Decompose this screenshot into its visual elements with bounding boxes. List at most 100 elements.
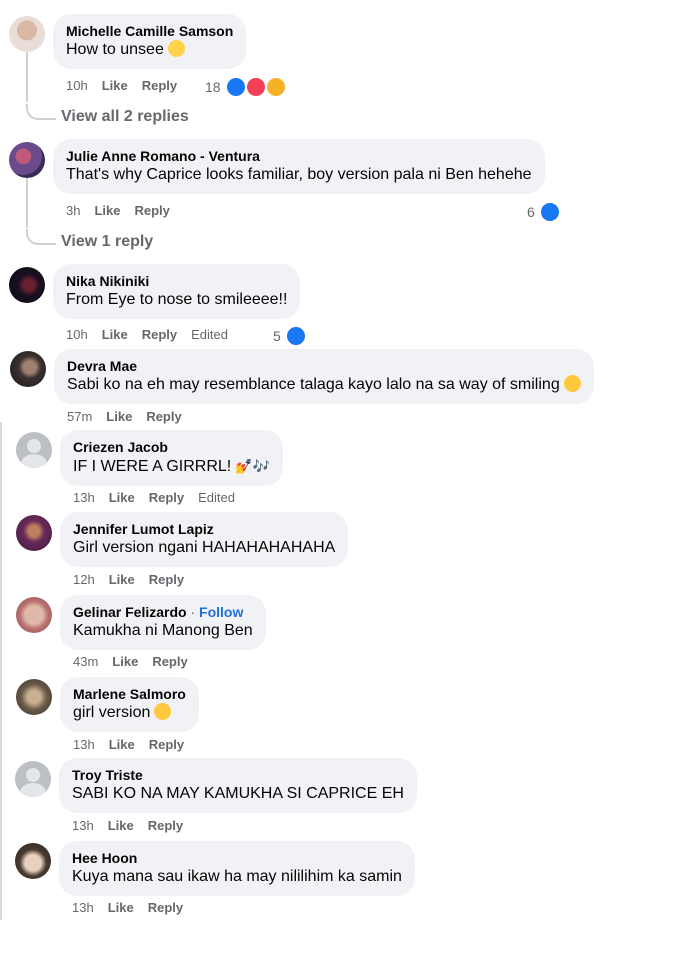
comment-bubble: Julie Anne Romano - Ventura That's why C… [53,139,545,194]
like-reaction-icon [284,325,307,347]
comment-timestamp[interactable]: 13h [73,490,95,505]
comment-body: From Eye to nose to smileeee!! [66,291,288,308]
reply-thread-rule [0,422,2,920]
comment-body: How to unsee [66,41,164,58]
comment-bubble: Hee Hoon Kuya mana sau ikaw ha may nilil… [59,841,415,896]
commenter-name[interactable]: Hee Hoon [72,849,402,867]
reaction-count: 5 [273,328,281,344]
default-avatar-icon[interactable] [15,761,51,797]
reply-button[interactable]: Reply [142,327,177,342]
fearful-face-icon [167,40,185,57]
reply-button[interactable]: Reply [149,490,184,505]
reply-button[interactable]: Reply [146,409,181,424]
comment-bubble: Gelinar Felizardo · Follow Kamukha ni Ma… [60,595,266,650]
comment-actions: 43m Like Reply [73,654,202,670]
like-button[interactable]: Like [102,327,128,342]
comment-bubble: Troy Triste SABI KO NA MAY KAMUKHA SI CA… [59,758,417,813]
reaction-summary[interactable]: 18 [205,76,287,98]
edited-label[interactable]: Edited [191,327,228,342]
commenter-name[interactable]: Gelinar Felizardo [73,604,187,620]
reply-button[interactable]: Reply [149,737,184,752]
comment-actions: 10h Like Reply [66,78,191,94]
avatar[interactable] [10,351,46,387]
like-button[interactable]: Like [102,78,128,93]
reaction-count: 6 [527,204,535,220]
comment-timestamp[interactable]: 10h [66,327,88,342]
avatar[interactable] [9,267,45,303]
reaction-count: 18 [205,79,221,95]
avatar[interactable] [9,142,45,178]
like-button[interactable]: Like [109,490,135,505]
avatar[interactable] [16,597,52,633]
commenter-name[interactable]: Julie Anne Romano - Ventura [66,147,532,165]
thread-curve [26,104,56,120]
reply-button[interactable]: Reply [148,900,183,915]
avatar[interactable] [16,515,52,551]
comment-body: IF I WERE A GIRRRL! [73,458,232,475]
like-button[interactable]: Like [108,818,134,833]
like-button[interactable]: Like [94,203,120,218]
comment-timestamp[interactable]: 10h [66,78,88,93]
comment-actions: 13h Like Reply [72,818,197,834]
reaction-summary[interactable]: 5 [273,325,307,347]
comment-text: girl version [73,703,186,723]
comment-timestamp[interactable]: 57m [67,409,92,424]
like-button[interactable]: Like [112,654,138,669]
commenter-name[interactable]: Marlene Salmoro [73,685,186,703]
like-reaction-icon [538,201,561,223]
view-replies-link[interactable]: View 1 reply [61,233,153,251]
comment-body: SABI KO NA MAY KAMUKHA SI CAPRICE EH [72,785,404,802]
like-button[interactable]: Like [109,572,135,587]
comment-bubble: Nika Nikiniki From Eye to nose to smilee… [53,264,301,319]
commenter-name[interactable]: Devra Mae [67,357,581,375]
comment-timestamp[interactable]: 12h [73,572,95,587]
comment-text: IF I WERE A GIRRRL! 💅🎶 [73,456,270,477]
comment-bubble: Marlene Salmoro girl version [60,677,199,732]
comment-timestamp[interactable]: 43m [73,654,98,669]
separator-dot: · [186,604,200,620]
comment-timestamp[interactable]: 13h [73,737,95,752]
like-button[interactable]: Like [109,737,135,752]
reply-button[interactable]: Reply [148,818,183,833]
comment-timestamp[interactable]: 13h [72,818,94,833]
comment-text: How to unsee [66,40,233,60]
comment-timestamp[interactable]: 3h [66,203,80,218]
relieved-face-icon [563,375,581,392]
reply-button[interactable]: Reply [149,572,184,587]
comment-bubble: Devra Mae Sabi ko na eh may resemblance … [54,349,594,404]
like-button[interactable]: Like [108,900,134,915]
reply-button[interactable]: Reply [134,203,169,218]
default-avatar-icon[interactable] [16,432,52,468]
commenter-name[interactable]: Michelle Camille Samson [66,22,233,40]
commenter-name-row: Gelinar Felizardo · Follow [73,603,253,621]
comment-body: Girl version ngani HAHAHAHAHAHA [73,539,336,556]
comment-actions: 10h Like Reply Edited [66,327,242,343]
reaction-summary[interactable]: 6 [527,201,561,223]
care-reaction-icon [264,76,287,98]
commenter-name[interactable]: Nika Nikiniki [66,272,287,290]
reply-button[interactable]: Reply [142,78,177,93]
commenter-name[interactable]: Jennifer Lumot Lapiz [73,520,335,538]
avatar[interactable] [16,679,52,715]
comment-timestamp[interactable]: 13h [72,900,94,915]
thread-line [26,52,28,102]
like-reaction-icon [224,76,247,98]
commenter-name[interactable]: Criezen Jacob [73,438,270,456]
nail-polish-music-icon: 💅🎶 [231,458,271,474]
comment-body: girl version [73,704,151,721]
comment-body: Kamukha ni Manong Ben [73,622,253,639]
avatar[interactable] [15,843,51,879]
edited-label[interactable]: Edited [198,490,235,505]
like-button[interactable]: Like [106,409,132,424]
comment-bubble: Jennifer Lumot Lapiz Girl version ngani … [60,512,349,567]
comment-actions: 13h Like Reply Edited [73,490,249,506]
view-replies-link[interactable]: View all 2 replies [61,108,189,126]
comment-actions: 13h Like Reply [72,900,197,916]
love-reaction-icon [244,76,267,98]
avatar[interactable] [9,16,45,52]
reply-button[interactable]: Reply [152,654,187,669]
thread-line [26,178,28,228]
comment-actions: 13h Like Reply [73,737,198,753]
commenter-name[interactable]: Troy Triste [72,766,404,784]
follow-button[interactable]: Follow [199,604,243,620]
